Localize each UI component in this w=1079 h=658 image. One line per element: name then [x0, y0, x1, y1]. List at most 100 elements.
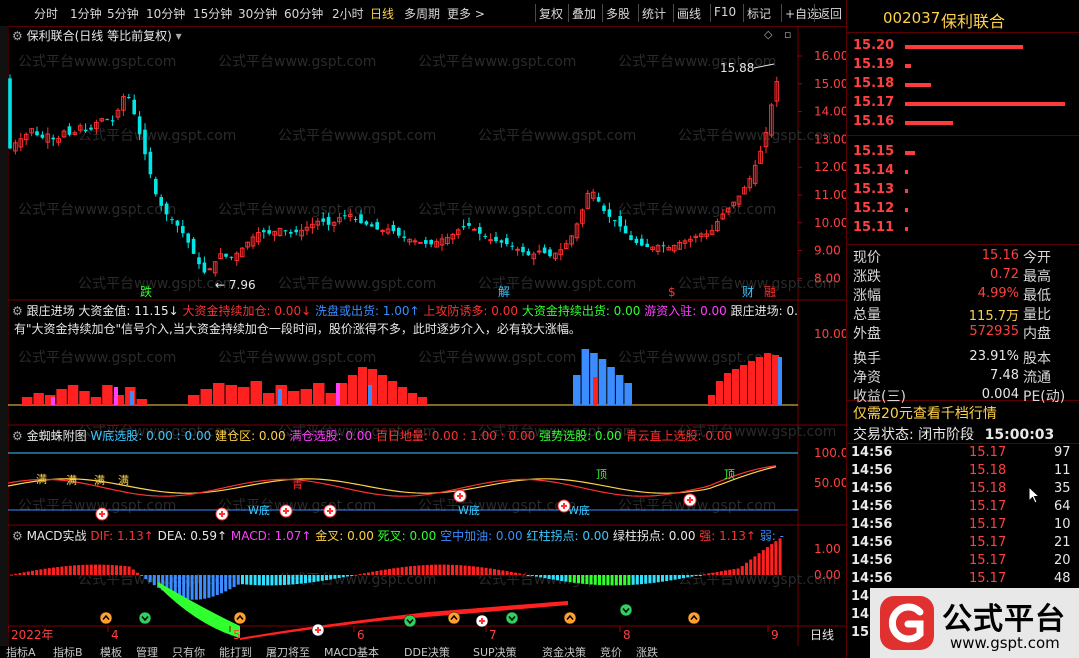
indicator-tab[interactable]: 模板 [100, 646, 122, 658]
macd-bar [131, 569, 135, 575]
toolbar-item-9[interactable]: 多周期 [404, 5, 440, 22]
death-cross-icon [138, 611, 152, 625]
y-tick-label: 14.00 [814, 105, 846, 119]
settings-icon[interactable]: ⚙ [12, 529, 27, 543]
toolbar-action-0[interactable]: 复权 [539, 5, 563, 22]
toolbar-action-1[interactable]: 叠加 [572, 5, 596, 22]
indicator-field: 弱: - [759, 529, 784, 543]
macd-bar [39, 569, 43, 575]
period-label[interactable]: 日线 [810, 628, 834, 642]
macd-bar [119, 565, 123, 575]
toolbar-item-5[interactable]: 30分钟 [238, 5, 277, 22]
watermark-text: 公式平台www.gspt.com [418, 202, 576, 218]
toolbar-divider [535, 4, 536, 22]
watermark-text: 公式平台www.gspt.com [478, 128, 636, 144]
fund-bar [581, 349, 590, 405]
chevron-down-icon[interactable]: ▾ [176, 29, 182, 43]
watermark-logo: 公式平台 www.gspt.com [870, 588, 1079, 658]
toolbar-item-0[interactable]: 分时 [34, 5, 58, 22]
macd-bar [232, 575, 236, 588]
event-marker[interactable]: 财 [742, 285, 754, 299]
quote-label: 现价 [853, 250, 881, 266]
indicator-tab[interactable]: DDE决策 [404, 646, 450, 658]
quote-label: 涨跌 [853, 269, 881, 285]
event-marker[interactable]: 解 [498, 285, 510, 299]
toolbar-action-6[interactable]: 标记 [747, 5, 771, 22]
macd-bar [10, 574, 13, 576]
macd-bar [430, 564, 433, 575]
diamond-icon[interactable]: ◇ [764, 28, 772, 41]
indicator-tab[interactable]: 管理 [136, 646, 158, 658]
indicator-tab[interactable]: 指标A [6, 646, 36, 658]
indicator-tab[interactable]: 涨跌 [636, 646, 658, 658]
event-marker[interactable]: 融 [764, 285, 776, 299]
macd-bar [371, 571, 375, 575]
toolbar-item-7[interactable]: 2小时 [332, 5, 364, 22]
indicator-tab[interactable]: 指标B [53, 646, 83, 658]
watermark-text: 公式平台www.gspt.com [218, 54, 376, 70]
macd-bar [283, 575, 286, 585]
toolbar-item-4[interactable]: 15分钟 [193, 5, 232, 22]
promo-link[interactable]: 仅需20元查看千档行情 [853, 403, 997, 423]
toolbar-item-1[interactable]: 1分钟 [70, 5, 102, 22]
indicator-tab[interactable]: 屠刀将至 [266, 646, 310, 658]
settings-icon[interactable]: ⚙ [12, 29, 23, 43]
macd-bar [770, 544, 774, 575]
fund-bar [368, 385, 372, 405]
candle-body [607, 209, 612, 217]
macd-bar [68, 565, 72, 575]
macd-bar [593, 575, 597, 585]
toolbar-item-6[interactable]: 60分钟 [284, 5, 323, 22]
macd-bar [329, 575, 333, 580]
indicator-tab[interactable]: MACD基本 [324, 646, 379, 658]
indicator-tab[interactable]: 只有你 [172, 646, 205, 658]
candle-body [83, 129, 88, 132]
tick-time: 14:56 [851, 445, 893, 460]
macd-bar [115, 565, 118, 575]
toolbar-action-5[interactable]: F10 [714, 5, 736, 19]
macd-bar [60, 566, 64, 575]
indicator-name[interactable]: MACD实战 [27, 529, 91, 543]
tick-time: 14:56 [851, 481, 893, 496]
panel-controls[interactable]: ◇ ▫ [764, 28, 791, 41]
indicator-name[interactable]: 跟庄进场 [27, 304, 79, 318]
macd-bar [341, 575, 345, 578]
candle-body [186, 233, 190, 243]
quote-label-right: 最低 [1023, 288, 1051, 304]
settings-icon[interactable]: ⚙ [12, 304, 27, 318]
toolbar-item-3[interactable]: 10分钟 [146, 5, 185, 22]
quote-value: 23.91% [969, 349, 1019, 364]
indicator-tab[interactable]: 竞价 [600, 646, 622, 658]
toolbar-divider [781, 4, 782, 22]
toolbar-action-2[interactable]: 多股 [606, 5, 630, 22]
macd-bar [64, 566, 68, 575]
macd-bar [581, 575, 585, 584]
tick-price: 15.18 [969, 463, 1007, 478]
indicator-name[interactable]: 金蜘蛛附图 [27, 429, 91, 443]
toolbar-item-10[interactable]: 更多 > [447, 5, 485, 22]
event-marker[interactable]: 跌 [140, 284, 152, 299]
toolbar-action-8[interactable]: 返回 [818, 5, 842, 22]
macd-bar [640, 575, 643, 585]
candle-body [536, 250, 542, 253]
macd-bar [14, 573, 18, 575]
indicator-tab[interactable]: 能打到 [219, 646, 252, 658]
indicator-tab[interactable]: 资金决策 [542, 646, 586, 658]
tick-price: 15.18 [969, 481, 1007, 496]
toolbar-action-4[interactable]: 画线 [677, 5, 701, 22]
indicator-tab[interactable]: SUP决策 [473, 646, 517, 658]
fund-bar [708, 395, 715, 405]
settings-icon[interactable]: ⚙ [12, 429, 27, 443]
bottom-indicator-tabs: 指标A 指标B 模板 管理 只有你 能打到 屠刀将至 MACD基本 DDE决策 SUP决策 资金决策… [0, 646, 846, 658]
tick-price: 15.17 [969, 535, 1007, 550]
candle-body [613, 220, 617, 222]
toolbar-item-8[interactable]: 日线 [370, 5, 394, 22]
panel-menu-icon[interactable]: ▫ [784, 28, 791, 41]
toolbar-action-3[interactable]: 统计 [642, 5, 666, 22]
tick-time: 14:56 [851, 535, 893, 550]
indicator-field: 建仓区: 0.00 [215, 429, 290, 443]
ask-volume-bar [905, 64, 912, 68]
toolbar-item-2[interactable]: 5分钟 [107, 5, 139, 22]
candle-body [191, 238, 196, 254]
event-marker[interactable]: $ [668, 285, 676, 299]
